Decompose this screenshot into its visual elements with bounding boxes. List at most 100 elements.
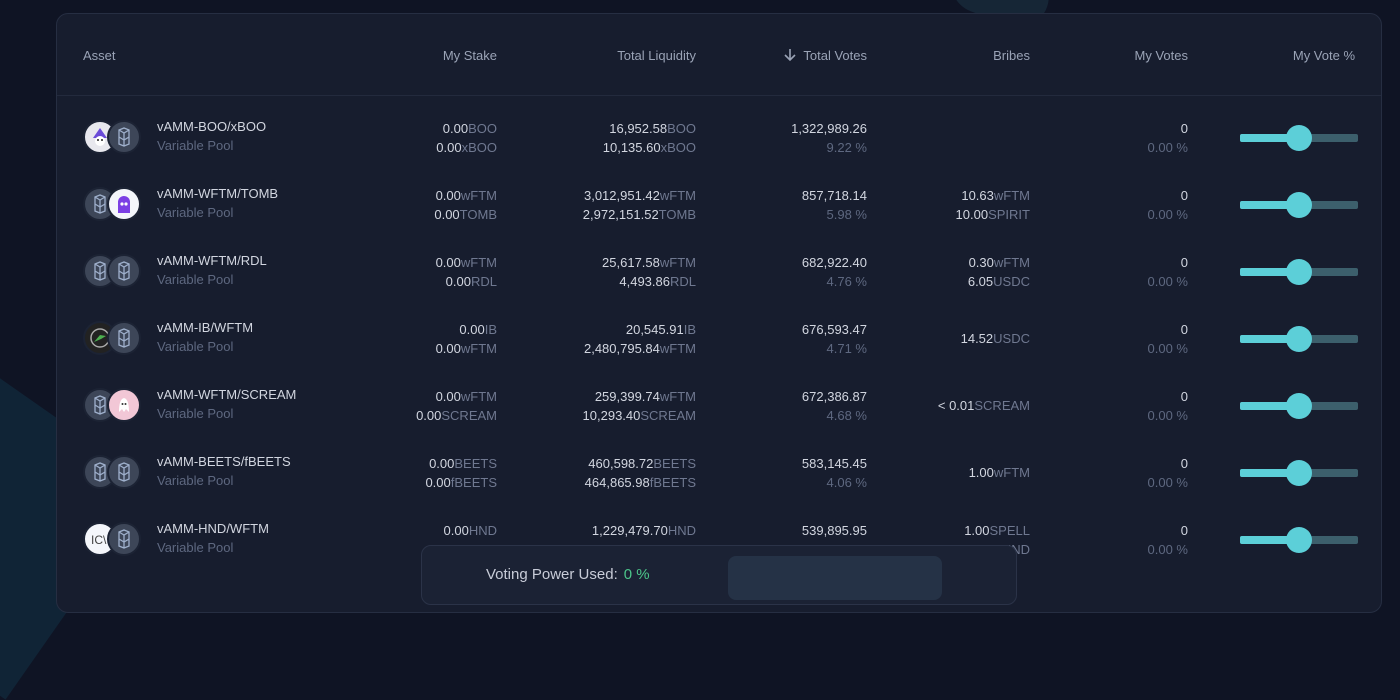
my-stake-unit: wFTM [460, 188, 497, 203]
total-votes-value: 676,593.47 [801, 322, 867, 337]
pool-type: Variable Pool [157, 473, 234, 488]
total-liquidity-value: 259,399.74 [594, 389, 660, 404]
table-row[interactable]: vAMM-WFTM/RDL Variable Pool 0.00wFTM 0.00RD… [57, 239, 1381, 306]
total-liquidity-line: 10,135.60xBOO [603, 138, 696, 157]
slider-thumb[interactable] [1286, 192, 1312, 218]
pool-name[interactable]: vAMM-BOO/xBOO [157, 119, 266, 134]
my-stake-unit: BOO [468, 121, 497, 136]
slider-thumb[interactable] [1286, 326, 1312, 352]
total-votes-pct: 9.22 % [826, 140, 867, 155]
pool-name[interactable]: vAMM-BEETS/fBEETS [157, 454, 291, 469]
pool-name[interactable]: vAMM-IB/WFTM [157, 320, 253, 335]
pool-type: Variable Pool [157, 540, 234, 555]
slider-thumb[interactable] [1286, 125, 1312, 151]
my-votes-pct: 0.00 % [1147, 274, 1188, 289]
my-stake-unit: TOMB [459, 207, 497, 222]
total-liquidity-unit: wFTM [659, 255, 696, 270]
bribe-unit: USDC [993, 274, 1030, 289]
slider-thumb[interactable] [1286, 259, 1312, 285]
sort-arrow-down-icon [784, 49, 796, 62]
total-liquidity-unit: RDL [669, 274, 696, 289]
my-stake-value: 0.00 [425, 475, 451, 490]
total-liquidity-value: 4,493.86 [619, 274, 670, 289]
bribe-unit: SCREAM [974, 398, 1030, 413]
total-liquidity-value: 460,598.72 [588, 456, 654, 471]
total-liquidity-unit: IB [683, 322, 696, 337]
header-my-votes[interactable]: My Votes [1135, 48, 1188, 63]
tomb-icon-glyph [118, 196, 130, 213]
vote-slider[interactable] [1240, 326, 1358, 352]
voting-power-value: 0 % [623, 566, 650, 583]
my-stake-unit: wFTM [460, 341, 497, 356]
my-votes-value: 0 [1180, 188, 1188, 203]
slider-thumb[interactable] [1286, 527, 1312, 553]
voting-power-bar: Voting Power Used: 0 % [421, 545, 1017, 605]
bribe-unit: SPELL [989, 523, 1030, 538]
total-liquidity-unit: fBEETS [649, 475, 696, 490]
total-votes-value: 672,386.87 [801, 389, 867, 404]
vote-slider[interactable] [1240, 393, 1358, 419]
pool-type: Variable Pool [157, 339, 234, 354]
fantom-icon-glyph [118, 462, 130, 482]
table-row[interactable]: vAMM-IB/WFTM Variable Pool 0.00IB 0.00wFTM 2… [57, 306, 1381, 373]
table-row[interactable]: vAMM-WFTM/TOMB Variable Pool 0.00wFTM 0.00T… [57, 172, 1381, 239]
vote-slider[interactable] [1240, 125, 1358, 151]
my-stake-line: 0.00fBEETS [425, 473, 497, 492]
slider-thumb[interactable] [1286, 460, 1312, 486]
header-bribes[interactable]: Bribes [993, 48, 1030, 63]
total-liquidity-line: 460,598.72BEETS [588, 454, 696, 473]
vote-slider[interactable] [1240, 192, 1358, 218]
pair-icons [83, 321, 147, 357]
my-stake-line: 0.00HND [444, 521, 497, 540]
pair-icons [83, 254, 147, 290]
total-liquidity-line: 259,399.74wFTM [595, 387, 696, 406]
my-stake-value: 0.00 [436, 140, 462, 155]
my-votes-pct: 0.00 % [1147, 475, 1188, 490]
header-my-stake[interactable]: My Stake [443, 48, 497, 63]
bribe-line: 0.30wFTM [969, 253, 1030, 272]
vote-slider[interactable] [1240, 527, 1358, 553]
header-asset[interactable]: Asset [83, 48, 116, 63]
slider-thumb[interactable] [1286, 393, 1312, 419]
fantom-icon-glyph [118, 127, 130, 147]
total-votes-pct: 4.06 % [826, 475, 867, 490]
total-liquidity-value: 20,545.91 [625, 322, 684, 337]
bribe-line: 10.63wFTM [961, 186, 1030, 205]
bribe-line: 1.00wFTM [969, 463, 1030, 482]
pool-name[interactable]: vAMM-WFTM/SCREAM [157, 387, 296, 402]
vote-slider[interactable] [1240, 460, 1358, 486]
pool-name[interactable]: vAMM-HND/WFTM [157, 521, 269, 536]
vote-button[interactable] [728, 556, 942, 600]
table-row[interactable]: vAMM-WFTM/SCREAM Variable Pool 0.00wFTM 0.0… [57, 373, 1381, 440]
bribe-value: 1.00 [968, 465, 994, 480]
my-votes-pct: 0.00 % [1147, 341, 1188, 356]
total-liquidity-value: 2,972,151.52 [582, 207, 659, 222]
pool-type: Variable Pool [157, 138, 234, 153]
fantom-icon [107, 455, 141, 489]
table-row[interactable]: vAMM-BOO/xBOO Variable Pool 0.00BOO 0.00xBO… [57, 105, 1381, 172]
vote-slider[interactable] [1240, 259, 1358, 285]
total-liquidity-line: 10,293.40SCREAM [583, 406, 696, 425]
total-liquidity-value: 10,135.60 [602, 140, 661, 155]
header-total-liquidity[interactable]: Total Liquidity [617, 48, 696, 63]
bribe-unit: wFTM [993, 255, 1030, 270]
table-row[interactable]: vAMM-BEETS/fBEETS Variable Pool 0.00BEETS 0… [57, 440, 1381, 507]
votes-table-panel: Asset My Stake Total Liquidity Total Vot… [56, 13, 1382, 613]
header-total-votes-label: Total Votes [803, 48, 867, 63]
my-stake-value: 0.00 [435, 341, 461, 356]
my-stake-line: 0.00wFTM [436, 186, 497, 205]
fantom-icon [107, 522, 141, 556]
fantom-icon-glyph [118, 529, 130, 549]
my-stake-unit: BEETS [454, 456, 497, 471]
pool-name[interactable]: vAMM-WFTM/RDL [157, 253, 267, 268]
my-stake-unit: HND [468, 523, 497, 538]
fantom-icon [107, 254, 141, 288]
header-total-votes[interactable]: Total Votes [783, 48, 867, 63]
bribe-value: 6.05 [967, 274, 994, 289]
pool-type: Variable Pool [157, 205, 234, 220]
total-votes-value: 857,718.14 [801, 188, 867, 203]
my-votes-value: 0 [1180, 255, 1188, 270]
pool-name[interactable]: vAMM-WFTM/TOMB [157, 186, 278, 201]
my-votes-value: 0 [1180, 322, 1188, 337]
header-my-vote-pct[interactable]: My Vote % [1293, 48, 1355, 63]
